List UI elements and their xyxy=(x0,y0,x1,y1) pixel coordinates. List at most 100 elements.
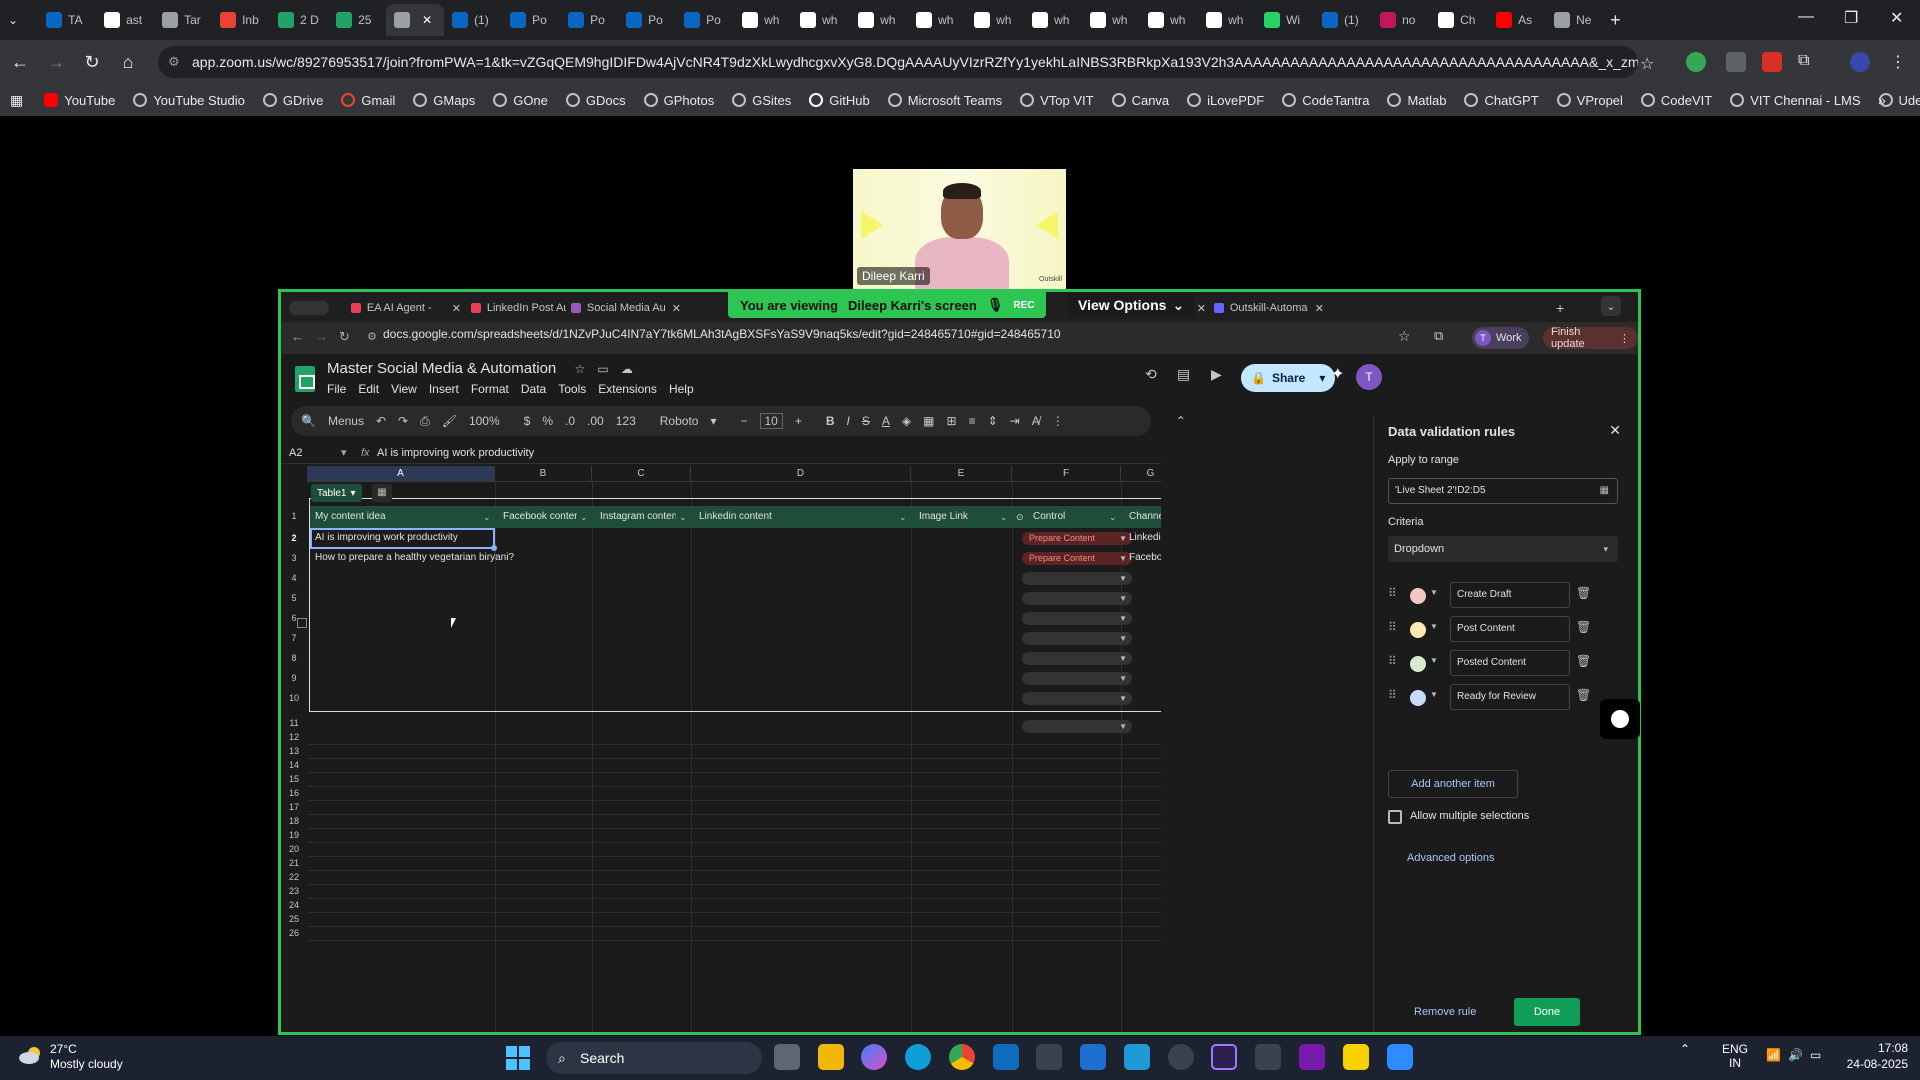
forward-icon[interactable]: → xyxy=(40,46,72,78)
browser-tab[interactable]: ast xyxy=(96,4,154,36)
store-icon[interactable] xyxy=(1036,1044,1062,1070)
minimize-icon[interactable]: — xyxy=(1798,8,1814,26)
bookmark-item[interactable]: Gmail xyxy=(332,93,404,108)
bookmark-item[interactable]: YouTube Studio xyxy=(124,93,254,108)
browser-tab[interactable]: Ch xyxy=(1430,4,1488,36)
extensions-puzzle-icon[interactable]: ⧉ xyxy=(1798,52,1818,72)
bookmark-item[interactable]: GitHub xyxy=(800,93,878,108)
bookmark-item[interactable]: VTop VIT xyxy=(1011,93,1102,108)
browser-tab[interactable]: Po xyxy=(502,4,560,36)
volume-icon[interactable]: 🔊 xyxy=(1788,1048,1803,1062)
weather-temperature[interactable]: 27°C xyxy=(50,1042,77,1056)
browser-tab[interactable]: wh xyxy=(734,4,792,36)
address-bar[interactable]: ⚙ app.zoom.us/wc/89276953517/join?fromPW… xyxy=(158,46,1638,78)
onenote-icon[interactable] xyxy=(1299,1044,1325,1070)
browser-tab[interactable]: wh xyxy=(1024,4,1082,36)
browser-tab[interactable]: wh xyxy=(1082,4,1140,36)
reactions-button[interactable] xyxy=(1600,699,1640,739)
browser-tab[interactable]: no xyxy=(1372,4,1430,36)
bookmark-item[interactable]: ChatGPT xyxy=(1455,93,1547,108)
more-bookmarks-icon[interactable]: » xyxy=(1878,92,1886,108)
bookmark-item[interactable]: GDrive xyxy=(254,93,332,108)
copilot-icon[interactable] xyxy=(861,1044,887,1070)
browser-tab[interactable]: ✕ xyxy=(386,4,445,36)
task-view-icon[interactable] xyxy=(774,1044,800,1070)
view-options-button[interactable]: View Options ⌄ xyxy=(1068,292,1195,318)
browser-tab[interactable]: Inb xyxy=(212,4,270,36)
site-settings-icon[interactable]: ⚙ xyxy=(168,46,180,78)
bookmark-item[interactable]: Microsoft Teams xyxy=(879,93,1011,108)
bookmark-item[interactable]: GSites xyxy=(723,93,800,108)
restore-icon[interactable]: ❐ xyxy=(1844,8,1858,28)
cloudy-weather-icon[interactable] xyxy=(18,1045,44,1065)
bookmark-item[interactable]: GPhotos xyxy=(635,93,724,108)
sticky-notes-icon[interactable] xyxy=(1343,1044,1369,1070)
trash-icon: 🗑 xyxy=(1576,620,1592,634)
close-window-icon[interactable]: ✕ xyxy=(1890,8,1903,28)
file-explorer-icon[interactable] xyxy=(818,1044,844,1070)
browser-tab[interactable]: wh xyxy=(792,4,850,36)
taskbar-search[interactable]: ⌕ Search xyxy=(546,1042,762,1074)
clock-time[interactable]: 17:08 xyxy=(1838,1041,1908,1055)
browser-tab[interactable]: wh xyxy=(908,4,966,36)
weather-description[interactable]: Mostly cloudy xyxy=(50,1057,123,1071)
new-tab-button[interactable]: + xyxy=(1610,10,1621,31)
profile-avatar[interactable] xyxy=(1850,52,1870,72)
participant-video[interactable]: Dileep Karri Outskill xyxy=(853,169,1066,289)
browser-tab[interactable]: As xyxy=(1488,4,1546,36)
battery-icon[interactable]: ▭ xyxy=(1810,1048,1821,1062)
zoom-icon[interactable] xyxy=(1387,1044,1413,1070)
outlook-icon[interactable] xyxy=(993,1044,1019,1070)
browser-tab[interactable]: TA xyxy=(38,4,96,36)
back-icon[interactable]: ← xyxy=(4,46,36,78)
browser-tab[interactable]: 25 xyxy=(328,4,386,36)
camera-extension-icon[interactable] xyxy=(1726,52,1746,72)
browser-tab[interactable]: Po xyxy=(618,4,676,36)
bookmark-item[interactable]: GOne xyxy=(484,93,557,108)
browser-tab[interactable]: 2 D xyxy=(270,4,328,36)
edge-icon[interactable] xyxy=(905,1044,931,1070)
premiere-icon[interactable] xyxy=(1211,1044,1237,1070)
apps-grid-icon[interactable]: ▦ xyxy=(10,92,23,109)
browser-tab[interactable]: wh xyxy=(850,4,908,36)
bookmark-item[interactable]: VPropel xyxy=(1548,93,1632,108)
vscode-icon[interactable] xyxy=(1124,1044,1150,1070)
browser-tab[interactable]: wh xyxy=(1140,4,1198,36)
bookmark-item[interactable]: VIT Chennai - LMS xyxy=(1721,93,1869,108)
browser-tab[interactable]: (1) xyxy=(444,4,502,36)
browser-tab[interactable]: Po xyxy=(560,4,618,36)
globe-icon xyxy=(1111,93,1126,107)
bookmark-item[interactable]: iLovePDF xyxy=(1178,93,1273,108)
start-button[interactable] xyxy=(506,1046,530,1070)
reload-icon[interactable]: ↻ xyxy=(76,46,108,78)
browser-tab[interactable]: Po xyxy=(676,4,734,36)
bookmark-item[interactable]: Canva xyxy=(1103,93,1179,108)
browser-tab[interactable]: wh xyxy=(966,4,1024,36)
wifi-icon[interactable]: 📶 xyxy=(1766,1048,1781,1062)
browser-tab[interactable]: Ne xyxy=(1546,4,1604,36)
bookmark-item[interactable]: GMaps xyxy=(404,93,484,108)
bookmark-star-icon[interactable]: ☆ xyxy=(1640,54,1660,74)
browser-tab[interactable]: Wi xyxy=(1256,4,1314,36)
chrome-icon[interactable] xyxy=(949,1044,975,1070)
bookmark-item[interactable]: GDocs xyxy=(557,93,635,108)
language-indicator[interactable]: ENG IN xyxy=(1715,1042,1755,1070)
close-tab-icon[interactable]: ✕ xyxy=(422,13,432,27)
shield-extension-icon[interactable] xyxy=(1686,52,1706,72)
settings-icon[interactable] xyxy=(1168,1044,1194,1070)
teams-icon[interactable] xyxy=(1080,1044,1106,1070)
pdf-extension-icon[interactable] xyxy=(1762,52,1782,72)
bookmark-item[interactable]: Matlab xyxy=(1378,93,1455,108)
bookmark-item[interactable]: YouTube xyxy=(35,93,124,108)
browser-tab[interactable]: (1) xyxy=(1314,4,1372,36)
clock-date[interactable]: 24-08-2025 xyxy=(1838,1057,1908,1071)
tab-search-icon[interactable]: ⌄ xyxy=(8,13,18,27)
browser-menu-icon[interactable]: ⋮ xyxy=(1890,52,1910,72)
bookmark-item[interactable]: CodeTantra xyxy=(1273,93,1378,108)
snipping-icon[interactable] xyxy=(1255,1044,1281,1070)
tray-overflow-icon[interactable]: ⌃ xyxy=(1680,1042,1690,1056)
home-icon[interactable]: ⌂ xyxy=(112,46,144,78)
browser-tab[interactable]: wh xyxy=(1198,4,1256,36)
bookmark-item[interactable]: CodeVIT xyxy=(1632,93,1721,108)
browser-tab[interactable]: Tar xyxy=(154,4,212,36)
